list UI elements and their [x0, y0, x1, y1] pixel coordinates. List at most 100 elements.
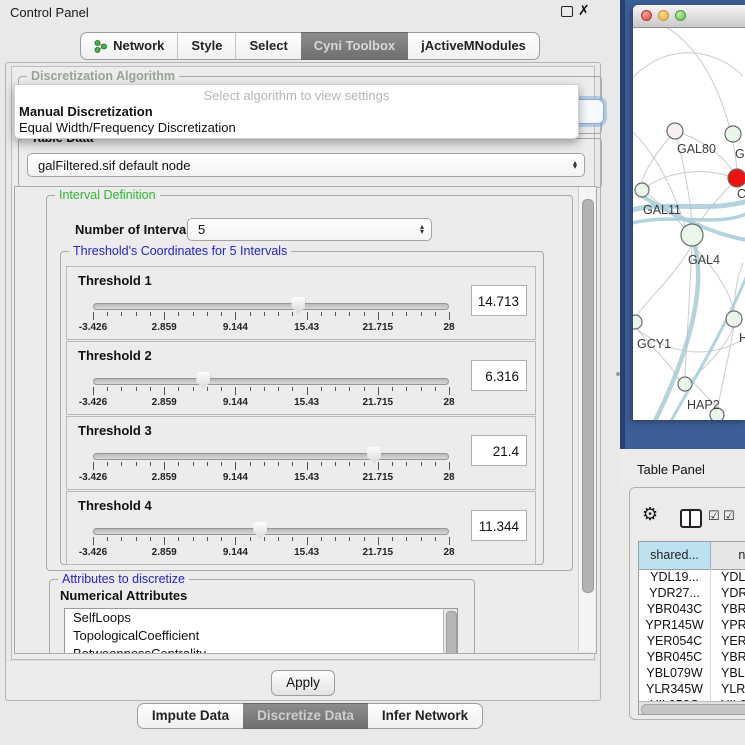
- slider-thumb[interactable]: [253, 522, 267, 539]
- slider-track[interactable]: [93, 378, 449, 385]
- threshold-slider[interactable]: -3.4262.8599.14415.4321.71528: [93, 520, 449, 560]
- close-icon[interactable]: ✗: [578, 2, 590, 19]
- slider-track[interactable]: [93, 528, 449, 535]
- dropdown-option-equal-width[interactable]: Equal Width/Frequency Discretization: [19, 120, 236, 135]
- column-header-name[interactable]: name: [711, 542, 745, 569]
- tab-label: Cyni Toolbox: [314, 33, 395, 59]
- network-node[interactable]: [725, 126, 741, 142]
- dropdown-option-manual[interactable]: Manual Discretization: [19, 104, 153, 119]
- tab-label: Network: [113, 33, 164, 59]
- slider-tick: [93, 312, 94, 320]
- network-window-titlebar[interactable]: [633, 5, 745, 28]
- slider-thumb[interactable]: [367, 447, 381, 464]
- table-row[interactable]: YBL079WYBL0: [639, 665, 745, 681]
- name-cell[interactable]: YBL0: [711, 665, 745, 681]
- slider-tick: [178, 387, 179, 391]
- tab-discretize-data[interactable]: Discretize Data: [243, 703, 368, 729]
- slider-tick-label: 9.144: [223, 547, 248, 558]
- shared-name-cell[interactable]: YBR045C: [639, 649, 711, 665]
- name-cell[interactable]: YBR0: [711, 649, 745, 665]
- float-panel-icon[interactable]: [561, 6, 573, 17]
- table-row[interactable]: YBR043CYBR0: [639, 601, 745, 617]
- checkbox-icon[interactable]: ☑: [723, 509, 735, 522]
- close-traffic-light[interactable]: [641, 10, 652, 21]
- checkbox-icon[interactable]: ☑: [708, 509, 720, 522]
- slider-thumb[interactable]: [196, 372, 210, 389]
- table-row[interactable]: YBR045CYBR0: [639, 649, 745, 665]
- slider-track[interactable]: [93, 453, 449, 460]
- tab-style[interactable]: Style: [177, 32, 235, 60]
- network-node[interactable]: [681, 224, 703, 246]
- tab-network[interactable]: Network: [80, 32, 177, 60]
- slider-thumb[interactable]: [291, 297, 305, 314]
- attribute-list-item[interactable]: BetweennessCentrality: [65, 645, 457, 654]
- name-cell[interactable]: YLR3: [711, 681, 745, 697]
- threshold-value-field[interactable]: 6.316: [471, 360, 527, 391]
- shared-name-cell[interactable]: YLR345W: [639, 681, 711, 697]
- tab-jactivemnodules[interactable]: jActiveMNodules: [408, 32, 540, 60]
- attribute-list-item[interactable]: SelfLoops: [65, 609, 457, 627]
- shared-name-cell[interactable]: YDR27...: [639, 585, 711, 601]
- minimize-traffic-light[interactable]: [658, 10, 669, 21]
- number-of-intervals-combo[interactable]: 5 ▴▾: [187, 218, 432, 241]
- table-row[interactable]: YER054CYER0: [639, 633, 745, 649]
- network-node[interactable]: [635, 183, 649, 197]
- name-cell[interactable]: YBR0: [711, 601, 745, 617]
- scrollbar-thumb[interactable]: [582, 199, 594, 593]
- gear-icon[interactable]: ⚙: [642, 505, 658, 523]
- group-title: Threshold's Coordinates for 5 Intervals: [69, 244, 291, 258]
- table-row[interactable]: YDL19...YDL1: [639, 569, 745, 585]
- name-cell[interactable]: YPR1: [711, 617, 745, 633]
- tab-cyni-toolbox[interactable]: Cyni Toolbox: [301, 32, 408, 60]
- shared-name-cell[interactable]: YER054C: [639, 633, 711, 649]
- scrollbar-thumb[interactable]: [641, 704, 745, 715]
- shared-name-cell[interactable]: YPR145W: [639, 617, 711, 633]
- slider-tick: [278, 537, 279, 541]
- threshold-value-field[interactable]: 14.713: [471, 285, 527, 316]
- slider-tick-label: 9.144: [223, 322, 248, 333]
- network-node[interactable]: [678, 377, 692, 391]
- name-cell[interactable]: YDL1: [711, 569, 745, 585]
- table-row[interactable]: YPR145WYPR1: [639, 617, 745, 633]
- shared-name-cell[interactable]: YBL079W: [639, 665, 711, 681]
- network-edge-highlighted: [655, 246, 698, 420]
- shared-name-cell[interactable]: YBR043C: [639, 601, 711, 617]
- attribute-list-item[interactable]: TopologicalCoefficient: [65, 627, 457, 645]
- tab-impute-data[interactable]: Impute Data: [137, 703, 243, 729]
- panel-scrollbar[interactable]: [578, 187, 595, 651]
- network-node[interactable]: [633, 315, 642, 329]
- table-hscrollbar[interactable]: [639, 701, 745, 715]
- spinner-icon[interactable]: ▴▾: [573, 161, 577, 170]
- slider-tick: [93, 387, 94, 395]
- spinner-icon[interactable]: ▴▾: [420, 225, 424, 234]
- table-row[interactable]: YDR27...YDR2: [639, 585, 745, 601]
- threshold-value-field[interactable]: 11.344: [471, 510, 527, 541]
- list-scrollbar[interactable]: [443, 609, 457, 654]
- network-node[interactable]: [667, 123, 683, 139]
- threshold-slider[interactable]: -3.4262.8599.14415.4321.71528: [93, 445, 449, 485]
- threshold-slider[interactable]: -3.4262.8599.14415.4321.71528: [93, 295, 449, 335]
- threshold-value-field[interactable]: 21.4: [471, 435, 527, 466]
- network-node[interactable]: [726, 311, 742, 327]
- network-node[interactable]: [728, 169, 745, 187]
- slider-tick: [107, 462, 108, 466]
- network-canvas[interactable]: GAL80GACGAL11GAL4GCY1HHAP2: [633, 28, 745, 420]
- columns-icon[interactable]: [680, 509, 702, 528]
- table-data-combo[interactable]: galFiltered.sif default node ▴▾: [27, 153, 585, 177]
- shared-name-cell[interactable]: YDL19...: [639, 569, 711, 585]
- name-cell[interactable]: YDR2: [711, 585, 745, 601]
- threshold-slider[interactable]: -3.4262.8599.14415.4321.71528: [93, 370, 449, 410]
- slider-tick: [150, 312, 151, 316]
- scrollbar-thumb[interactable]: [446, 611, 457, 654]
- apply-button[interactable]: Apply: [271, 670, 335, 696]
- attributes-list: SelfLoopsTopologicalCoefficientBetweenne…: [64, 608, 458, 654]
- zoom-traffic-light[interactable]: [675, 10, 686, 21]
- tab-infer-network[interactable]: Infer Network: [368, 703, 483, 729]
- column-header-shared-name[interactable]: shared...: [639, 542, 711, 569]
- tab-select[interactable]: Select: [235, 32, 300, 60]
- slider-tick: [349, 387, 350, 391]
- name-cell[interactable]: YER0: [711, 633, 745, 649]
- table-row[interactable]: YLR345WYLR3: [639, 681, 745, 697]
- slider-track[interactable]: [93, 303, 449, 310]
- network-edge: [642, 131, 675, 183]
